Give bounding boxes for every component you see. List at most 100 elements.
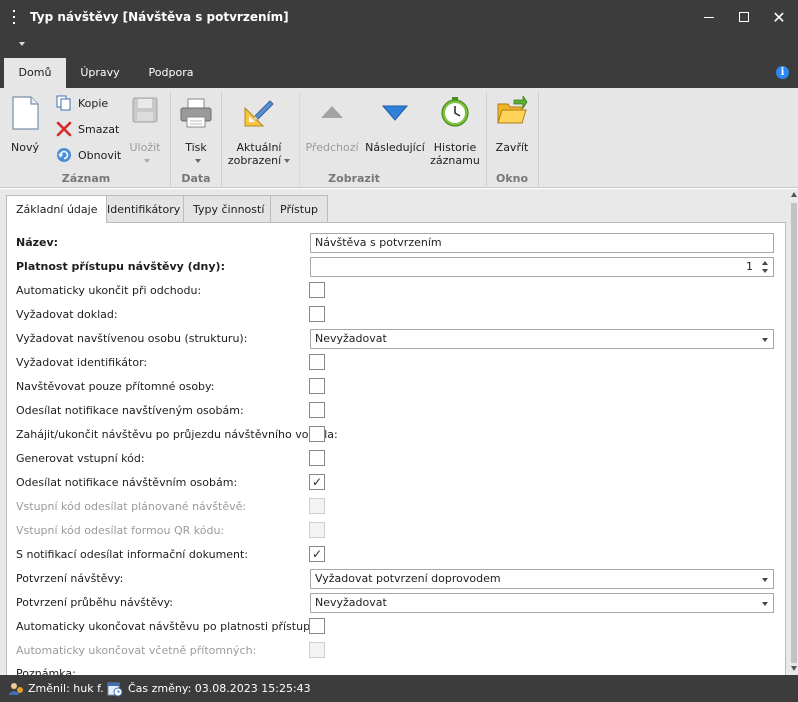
ribbon-tab-domu[interactable]: Domů bbox=[4, 58, 66, 88]
potvrzeni-select[interactable]: Vyžadovat potvrzení doprovodem bbox=[310, 569, 774, 589]
vyzadovat-osobu-value: Nevyžadovat bbox=[315, 332, 387, 345]
refresh-icon bbox=[57, 148, 71, 162]
group-label-zobrazit: Zobrazit bbox=[328, 172, 380, 185]
novy-label: Nový bbox=[11, 141, 39, 154]
vstupni-qr-checkbox[interactable] bbox=[309, 522, 325, 538]
separator bbox=[170, 92, 171, 186]
close-button[interactable]: ✕ bbox=[764, 4, 794, 30]
platnost-stepper[interactable]: 1 bbox=[310, 257, 774, 277]
form-row-odesilat-notif: Odesílat notifikace navštíveným osobám: bbox=[16, 401, 776, 421]
ribbon-tab-upravy[interactable]: Úpravy bbox=[70, 58, 130, 88]
form-row-vyzadovat-doklad: Vyžadovat doklad: bbox=[16, 305, 776, 325]
form-row-potvrzeni-prubehu: Potvrzení průběhu návštěvy: Nevyžadovat bbox=[16, 593, 776, 613]
minimize-button[interactable] bbox=[694, 4, 724, 30]
vyzadovat-ident-checkbox[interactable] bbox=[309, 354, 325, 370]
aktualni-zobrazeni-button[interactable]: Aktuální zobrazení bbox=[226, 92, 292, 168]
ulozit-dropdown-icon bbox=[143, 159, 150, 163]
vstupni-plan-checkbox[interactable] bbox=[309, 498, 325, 514]
odesilat-notif-checkbox[interactable] bbox=[309, 402, 325, 418]
nasledujici-label: Následující bbox=[365, 141, 425, 154]
auto-ukoncit-label: Automaticky ukončit při odchodu: bbox=[16, 284, 202, 297]
chevron-down-icon bbox=[762, 602, 768, 606]
scroll-down-icon[interactable] bbox=[791, 666, 797, 671]
tisk-button[interactable]: Tisk bbox=[174, 92, 218, 168]
odesilat-notif-label: Odesílat notifikace navštíveným osobám: bbox=[16, 404, 244, 417]
spin-buttons-icon[interactable] bbox=[762, 260, 770, 274]
arrow-up-icon bbox=[321, 106, 343, 118]
maximize-icon bbox=[739, 12, 749, 22]
tab-zakladni-udaje[interactable]: Základní údaje bbox=[6, 195, 108, 223]
novy-button[interactable]: Nový bbox=[4, 92, 46, 162]
s-notifikaci-checkbox[interactable]: ✓ bbox=[309, 546, 325, 562]
predchozi-button[interactable]: Předchozí bbox=[304, 92, 360, 154]
platnost-value: 1 bbox=[746, 260, 753, 273]
generovat-label: Generovat vstupní kód: bbox=[16, 452, 145, 465]
form-row-poznamka: Poznámka: bbox=[16, 664, 776, 675]
form-row-s-notifikaci: S notifikací odesílat informační dokumen… bbox=[16, 545, 776, 565]
zavrit-button[interactable]: Zavřít bbox=[490, 92, 534, 154]
kopie-button[interactable]: Kopie bbox=[56, 92, 108, 114]
historie-zaznamu-button[interactable]: Historie záznamu bbox=[428, 92, 482, 168]
tab-pristup[interactable]: Přístup bbox=[270, 195, 329, 222]
ribbon-tabs: Domů Úpravy Podpora bbox=[0, 56, 798, 88]
changed-by: Změnil: huk f. bbox=[28, 682, 104, 695]
form-row-vyzadovat-ident: Vyžadovat identifikátor: bbox=[16, 353, 776, 373]
group-label-zaznam: Záznam bbox=[61, 172, 111, 185]
form-row-auto-ukoncit: Automaticky ukončit při odchodu: bbox=[16, 281, 776, 301]
vstupni-qr-label: Vstupní kód odesílat formou QR kódu: bbox=[16, 524, 225, 537]
vyzadovat-doklad-checkbox[interactable] bbox=[309, 306, 325, 322]
historie-label-2: záznamu bbox=[430, 154, 480, 167]
new-document-icon bbox=[12, 96, 39, 130]
obnovit-label: Obnovit bbox=[78, 148, 122, 162]
vyzadovat-osobu-select[interactable]: Nevyžadovat bbox=[310, 329, 774, 349]
auto-vcetne-label: Automaticky ukončovat včetně přítomných: bbox=[16, 644, 257, 657]
s-notifikaci-label: S notifikací odesílat informační dokumen… bbox=[16, 548, 249, 561]
delete-icon bbox=[56, 121, 72, 137]
odeslat-notif-checkbox[interactable]: ✓ bbox=[309, 474, 325, 490]
tab-typy-cinnosti[interactable]: Typy činností bbox=[183, 195, 275, 222]
auto-vcetne-checkbox[interactable] bbox=[309, 642, 325, 658]
vyzadovat-ident-label: Vyžadovat identifikátor: bbox=[16, 356, 148, 369]
vyzadovat-osobu-label: Vyžadovat navštívenou osobu (strukturu): bbox=[16, 332, 248, 345]
info-icon[interactable]: i bbox=[776, 66, 789, 79]
smazat-button[interactable]: Smazat bbox=[56, 118, 119, 140]
separator bbox=[538, 92, 539, 186]
ribbon-tab-podpora[interactable]: Podpora bbox=[140, 58, 202, 88]
poznamka-label: Poznámka: bbox=[16, 667, 76, 675]
form-row-auto-ukoncovat: Automaticky ukončovat návštěvu po platno… bbox=[16, 617, 776, 637]
auto-ukoncit-checkbox[interactable] bbox=[309, 282, 325, 298]
qat-dropdown-icon[interactable] bbox=[19, 42, 25, 46]
nazev-input[interactable]: Návštěva s potvrzením bbox=[310, 233, 774, 253]
generovat-checkbox[interactable] bbox=[309, 450, 325, 466]
ulozit-button[interactable]: Uložit bbox=[124, 92, 166, 168]
group-label-data: Data bbox=[181, 172, 211, 185]
potvrzeni-value: Vyžadovat potvrzení doprovodem bbox=[315, 572, 501, 585]
auto-ukoncovat-checkbox[interactable] bbox=[309, 618, 325, 634]
aktualni-label-1: Aktuální bbox=[236, 141, 282, 154]
tab-identifikatory[interactable]: Identifikátory bbox=[97, 195, 191, 222]
historie-label-1: Historie bbox=[433, 141, 477, 154]
platnost-label: Platnost přístupu návštěvy (dny): bbox=[16, 260, 225, 273]
minimize-icon bbox=[704, 16, 714, 18]
nasledujici-button[interactable]: Následující bbox=[364, 92, 426, 154]
obnovit-button[interactable]: Obnovit bbox=[56, 144, 121, 166]
vertical-scrollbar[interactable] bbox=[790, 189, 798, 675]
predchozi-label: Předchozí bbox=[305, 141, 359, 154]
maximize-button[interactable] bbox=[729, 4, 759, 30]
status-bar: Změnil: huk f. Čas změny: 03.08.2023 15:… bbox=[0, 675, 798, 702]
scroll-up-icon[interactable] bbox=[791, 192, 797, 197]
vyzadovat-doklad-label: Vyžadovat doklad: bbox=[16, 308, 118, 321]
potvrzeni-prubehu-label: Potvrzení průběhu návštěvy: bbox=[16, 596, 174, 609]
potvrzeni-prubehu-select[interactable]: Nevyžadovat bbox=[310, 593, 774, 613]
ulozit-label: Uložit bbox=[129, 141, 161, 154]
navstevovat-checkbox[interactable] bbox=[309, 378, 325, 394]
form-row-auto-vcetne: Automaticky ukončovat včetně přítomných: bbox=[16, 641, 776, 661]
copy-icon bbox=[56, 95, 71, 111]
calendar-clock-icon bbox=[107, 682, 123, 697]
scrollbar-thumb[interactable] bbox=[791, 203, 797, 663]
app-menu-icon[interactable] bbox=[8, 8, 20, 26]
zahajit-checkbox[interactable] bbox=[309, 426, 325, 442]
form-row-vstupni-qr: Vstupní kód odesílat formou QR kódu: bbox=[16, 521, 776, 541]
history-clock-icon bbox=[441, 97, 469, 127]
form-row-potvrzeni: Potvrzení návštěvy: Vyžadovat potvrzení … bbox=[16, 569, 776, 589]
